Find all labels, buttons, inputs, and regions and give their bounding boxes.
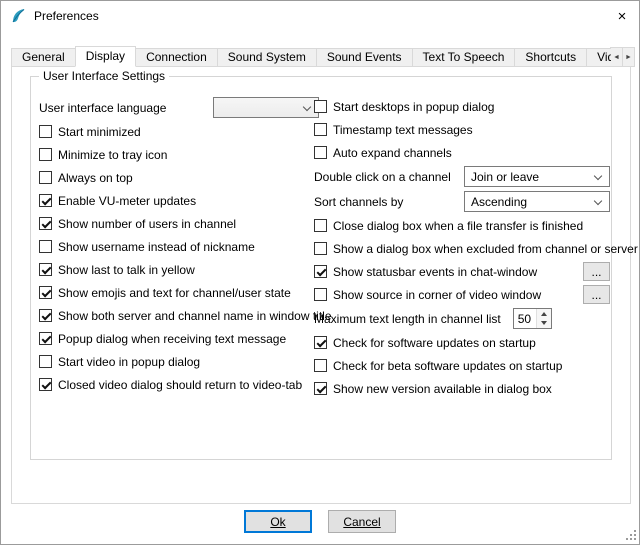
close-icon[interactable]: ×	[605, 2, 639, 31]
checkbox-box	[39, 148, 52, 161]
checkbox-box	[314, 288, 327, 301]
language-select[interactable]	[213, 97, 319, 118]
checkbox-box	[314, 219, 327, 232]
checkbox-timestamp-text-messages[interactable]: Timestamp text messages	[314, 118, 610, 141]
double-click-value: Join or leave	[471, 170, 539, 184]
tab-connection[interactable]: Connection	[135, 48, 218, 67]
preferences-window: Preferences × General Display Connection…	[0, 0, 640, 545]
double-click-row: Double click on a channel Join or leave	[314, 164, 610, 189]
max-text-length-label: Maximum text length in channel list	[314, 312, 501, 326]
checkbox-box	[39, 171, 52, 184]
tab-display[interactable]: Display	[75, 46, 136, 67]
checkbox-auto-expand-channels[interactable]: Auto expand channels	[314, 141, 610, 164]
checkbox-always-on-top[interactable]: Always on top	[39, 166, 319, 189]
checkbox-show-statusbar-events[interactable]: Show statusbar events in chat-window	[314, 265, 537, 279]
checkbox-start-minimized[interactable]: Start minimized	[39, 120, 319, 143]
checkbox-box	[39, 355, 52, 368]
spinner-up-icon[interactable]	[537, 309, 551, 319]
checkbox-start-video-popup[interactable]: Start video in popup dialog	[39, 350, 319, 373]
tab-sound-system[interactable]: Sound System	[217, 48, 317, 67]
sort-channels-label: Sort channels by	[314, 195, 403, 209]
checkbox-show-dialog-excluded[interactable]: Show a dialog box when excluded from cha…	[314, 237, 610, 260]
window-title: Preferences	[34, 9, 99, 23]
left-column: User interface language Start minimized …	[39, 95, 319, 396]
checkbox-check-software-updates[interactable]: Check for software updates on startup	[314, 331, 610, 354]
tab-text-to-speech[interactable]: Text To Speech	[412, 48, 516, 67]
ok-button[interactable]: Ok	[244, 510, 312, 533]
tab-shortcuts[interactable]: Shortcuts	[514, 48, 587, 67]
max-text-length-spinner	[513, 308, 552, 329]
checkbox-box	[39, 194, 52, 207]
checkbox-show-video-source-corner[interactable]: Show source in corner of video window	[314, 288, 541, 302]
checkbox-close-dialog-file-transfer[interactable]: Close dialog box when a file transfer is…	[314, 214, 610, 237]
checkbox-box	[314, 242, 327, 255]
checkbox-box	[39, 217, 52, 230]
sort-channels-value: Ascending	[471, 195, 527, 209]
language-row: User interface language	[39, 95, 319, 120]
app-icon	[10, 8, 26, 24]
checkbox-box	[39, 332, 52, 345]
checkbox-box	[314, 123, 327, 136]
checkbox-check-beta-updates[interactable]: Check for beta software updates on start…	[314, 354, 610, 377]
checkbox-show-emojis-text-state[interactable]: Show emojis and text for channel/user st…	[39, 281, 319, 304]
sort-channels-row: Sort channels by Ascending	[314, 189, 610, 214]
max-text-length-input[interactable]	[514, 309, 536, 328]
double-click-channel-select[interactable]: Join or leave	[464, 166, 610, 187]
tab-scroll-right-icon: ►	[625, 54, 632, 61]
checkbox-show-new-version-dialog[interactable]: Show new version available in dialog box	[314, 377, 610, 400]
checkbox-box	[39, 286, 52, 299]
language-label: User interface language	[39, 101, 166, 115]
checkbox-box	[314, 382, 327, 395]
checkbox-start-desktops-popup[interactable]: Start desktops in popup dialog	[314, 95, 610, 118]
user-interface-settings-group: User Interface Settings User interface l…	[30, 76, 612, 460]
group-title: User Interface Settings	[39, 69, 169, 83]
video-source-config-button[interactable]: ...	[583, 285, 610, 304]
chevron-down-icon	[594, 172, 602, 180]
checkbox-enable-vu-meter-updates[interactable]: Enable VU-meter updates	[39, 189, 319, 212]
double-click-label: Double click on a channel	[314, 170, 451, 184]
statusbar-events-config-button[interactable]: ...	[583, 262, 610, 281]
checkbox-box	[39, 263, 52, 276]
tab-bar: General Display Connection Sound System …	[11, 46, 637, 67]
checkbox-show-server-channel-in-title[interactable]: Show both server and channel name in win…	[39, 304, 319, 327]
chevron-down-icon	[594, 197, 602, 205]
checkbox-show-number-of-users[interactable]: Show number of users in channel	[39, 212, 319, 235]
max-text-length-row: Maximum text length in channel list	[314, 306, 610, 331]
right-column: Start desktops in popup dialog Timestamp…	[314, 95, 610, 400]
checkbox-popup-dialog-text-message[interactable]: Popup dialog when receiving text message	[39, 327, 319, 350]
checkbox-show-last-to-talk-yellow[interactable]: Show last to talk in yellow	[39, 258, 319, 281]
statusbar-events-row: Show statusbar events in chat-window ...	[314, 260, 610, 283]
tab-video[interactable]: Video	[586, 48, 611, 67]
checkbox-box	[39, 378, 52, 391]
checkbox-box	[39, 240, 52, 253]
checkbox-box	[39, 125, 52, 138]
spinner-down-icon[interactable]	[537, 319, 551, 329]
checkbox-box	[314, 100, 327, 113]
chevron-down-icon	[303, 103, 311, 111]
checkbox-show-username-instead-nickname[interactable]: Show username instead of nickname	[39, 235, 319, 258]
checkbox-box	[314, 265, 327, 278]
sort-channels-select[interactable]: Ascending	[464, 191, 610, 212]
tab-sound-events[interactable]: Sound Events	[316, 48, 413, 67]
checkbox-closed-video-return-tab[interactable]: Closed video dialog should return to vid…	[39, 373, 319, 396]
video-source-row: Show source in corner of video window ..…	[314, 283, 610, 306]
tab-strip: General Display Connection Sound System …	[11, 46, 611, 67]
cancel-button[interactable]: Cancel	[328, 510, 396, 533]
tab-general[interactable]: General	[11, 48, 76, 67]
dialog-button-row: Ok Cancel	[1, 510, 639, 533]
titlebar[interactable]: Preferences ×	[1, 1, 639, 31]
spinner-buttons	[536, 309, 551, 328]
tab-scroll-right-button[interactable]: ►	[622, 47, 635, 67]
checkbox-box	[314, 146, 327, 159]
checkbox-minimize-to-tray-icon[interactable]: Minimize to tray icon	[39, 143, 319, 166]
checkbox-box	[314, 359, 327, 372]
tab-page-display: User Interface Settings User interface l…	[11, 66, 631, 504]
checkbox-box	[39, 309, 52, 322]
checkbox-box	[314, 336, 327, 349]
resize-grip-icon[interactable]	[624, 529, 637, 542]
tab-scroll-left-icon: ◄	[613, 54, 620, 61]
